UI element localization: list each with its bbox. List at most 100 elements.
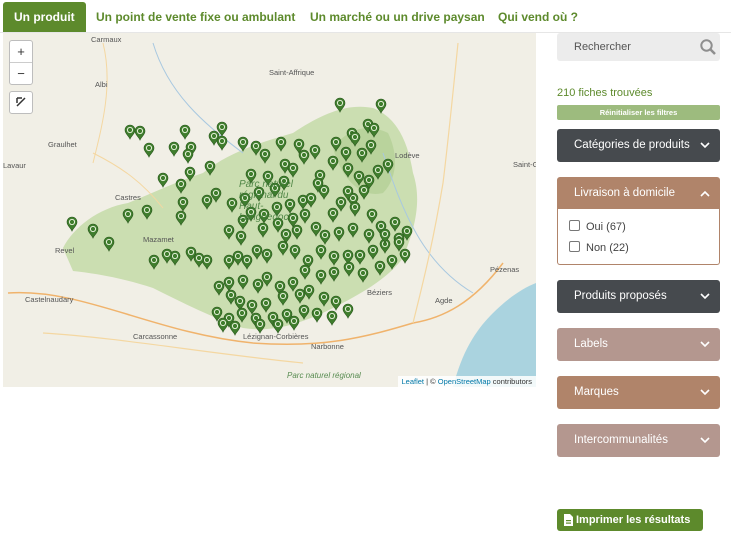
map-marker[interactable] (216, 135, 228, 151)
map-marker[interactable] (298, 304, 310, 320)
map-marker[interactable] (210, 187, 222, 203)
map-marker[interactable] (288, 315, 300, 331)
map-marker[interactable] (305, 192, 317, 208)
map-marker[interactable] (217, 317, 229, 333)
map-marker[interactable] (193, 252, 205, 268)
map-marker[interactable] (349, 131, 361, 147)
map-marker[interactable] (251, 244, 263, 260)
tab-point-de-vente[interactable]: Un point de vente fixe ou ambulant (96, 2, 295, 33)
search-input[interactable]: Rechercher (574, 41, 631, 53)
map-marker[interactable] (87, 223, 99, 239)
fullscreen-button[interactable] (9, 91, 33, 114)
map-marker[interactable] (399, 248, 411, 264)
map-marker[interactable] (134, 125, 146, 141)
map-marker[interactable] (103, 236, 115, 252)
map-marker[interactable] (234, 295, 246, 311)
map-marker[interactable] (66, 216, 78, 232)
map-marker[interactable] (393, 236, 405, 252)
map-marker[interactable] (342, 303, 354, 319)
map-marker[interactable] (254, 318, 266, 334)
checkbox-non[interactable] (569, 241, 580, 252)
osm-link[interactable]: OpenStreetMap (438, 377, 491, 386)
map-marker[interactable] (327, 155, 339, 171)
checkbox-oui[interactable] (569, 220, 580, 231)
map-marker[interactable] (223, 276, 235, 292)
map-marker[interactable] (372, 164, 384, 180)
map-marker[interactable] (366, 208, 378, 224)
map-marker[interactable] (261, 271, 273, 287)
map-marker[interactable] (328, 250, 340, 266)
map-marker[interactable] (225, 289, 237, 305)
map-marker[interactable] (179, 124, 191, 140)
map-marker[interactable] (204, 160, 216, 176)
search-field[interactable]: Rechercher (557, 33, 720, 61)
map-marker[interactable] (124, 124, 136, 140)
map-marker[interactable] (365, 139, 377, 155)
map-marker[interactable] (357, 267, 369, 283)
map-marker[interactable] (382, 158, 394, 174)
map-marker[interactable] (356, 147, 368, 163)
map-marker[interactable] (368, 122, 380, 138)
map-marker[interactable] (353, 170, 365, 186)
map-marker[interactable] (143, 142, 155, 158)
map-marker[interactable] (309, 144, 321, 160)
reset-filters-button[interactable]: Réinitialiser les filtres (557, 105, 720, 120)
map-marker[interactable] (327, 207, 339, 223)
map-marker[interactable] (335, 196, 347, 212)
map-marker[interactable] (161, 248, 173, 264)
map-marker[interactable] (311, 307, 323, 323)
map-marker[interactable] (175, 210, 187, 226)
map-marker[interactable] (157, 172, 169, 188)
map-marker[interactable] (303, 284, 315, 300)
map-marker[interactable] (201, 194, 213, 210)
map-marker[interactable] (291, 224, 303, 240)
zoom-in-button[interactable]: + (10, 41, 32, 62)
map-marker[interactable] (184, 166, 196, 182)
map-marker[interactable] (226, 197, 238, 213)
map-marker[interactable] (334, 97, 346, 113)
option-non[interactable]: Non (22) (569, 241, 629, 255)
filter-categories[interactable]: Catégories de produits (557, 129, 720, 162)
search-icon[interactable] (699, 38, 717, 56)
map-marker[interactable] (275, 136, 287, 152)
map-marker[interactable] (328, 266, 340, 282)
map-marker[interactable] (287, 162, 299, 178)
map-marker[interactable] (229, 320, 241, 336)
tab-qui-vend-ou[interactable]: Qui vend où ? (498, 2, 578, 33)
map-marker[interactable] (330, 295, 342, 311)
filter-intercommunalites[interactable]: Intercommunalités (557, 424, 720, 457)
tab-un-produit[interactable]: Un produit (3, 2, 86, 33)
map-marker[interactable] (319, 229, 331, 245)
map-marker[interactable] (375, 98, 387, 114)
map-marker[interactable] (287, 276, 299, 292)
map-marker[interactable] (315, 244, 327, 260)
map-marker[interactable] (340, 146, 352, 162)
map-marker[interactable] (213, 280, 225, 296)
map-marker[interactable] (299, 264, 311, 280)
filter-labels[interactable]: Labels (557, 328, 720, 361)
map-marker[interactable] (250, 140, 262, 156)
map-marker[interactable] (246, 299, 258, 315)
map-marker[interactable] (257, 222, 269, 238)
map-marker[interactable] (349, 201, 361, 217)
map-marker[interactable] (237, 136, 249, 152)
map-marker[interactable] (342, 162, 354, 178)
map-marker[interactable] (232, 250, 244, 266)
map-marker[interactable] (358, 184, 370, 200)
map-marker[interactable] (343, 261, 355, 277)
leaflet-link[interactable]: Leaflet (402, 377, 425, 386)
filter-livraison[interactable]: Livraison à domicile (557, 177, 720, 210)
map-marker[interactable] (298, 149, 310, 165)
map-marker[interactable] (259, 148, 271, 164)
option-oui[interactable]: Oui (67) (569, 220, 626, 234)
map-marker[interactable] (122, 208, 134, 224)
map-marker[interactable] (241, 254, 253, 270)
map-marker[interactable] (326, 310, 338, 326)
map-marker[interactable] (389, 216, 401, 232)
map-marker[interactable] (175, 178, 187, 194)
map-marker[interactable] (272, 318, 284, 334)
map-marker[interactable] (261, 248, 273, 264)
map-marker[interactable] (236, 307, 248, 323)
tab-marche-drive[interactable]: Un marché ou un drive paysan (310, 2, 485, 33)
map-marker[interactable] (294, 288, 306, 304)
